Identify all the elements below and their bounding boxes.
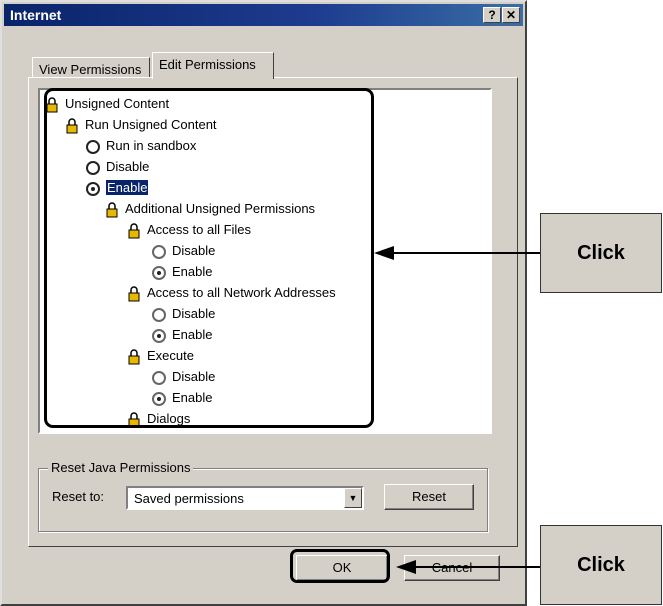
help-button[interactable]: ? bbox=[483, 7, 501, 23]
tab-view-permissions[interactable]: View Permissions bbox=[32, 57, 150, 79]
window-title: Internet bbox=[10, 7, 62, 23]
reset-to-value: Saved permissions bbox=[134, 491, 244, 506]
reset-to-select[interactable]: Saved permissions ▼ bbox=[126, 486, 364, 510]
title-bar[interactable]: Internet ? ✕ bbox=[4, 4, 523, 26]
cancel-button[interactable]: Cancel bbox=[404, 555, 500, 581]
click-callout-top: Click bbox=[540, 213, 662, 293]
chevron-down-icon[interactable]: ▼ bbox=[344, 488, 362, 508]
ok-highlight-frame bbox=[290, 549, 390, 583]
reset-button[interactable]: Reset bbox=[384, 484, 474, 510]
click-callout-bottom: Click bbox=[540, 525, 662, 605]
tree-highlight-frame bbox=[44, 88, 374, 428]
tab-edit-permissions[interactable]: Edit Permissions bbox=[152, 52, 274, 79]
group-title: Reset Java Permissions bbox=[48, 460, 194, 475]
close-button[interactable]: ✕ bbox=[502, 7, 520, 23]
reset-to-label: Reset to: bbox=[52, 489, 105, 504]
